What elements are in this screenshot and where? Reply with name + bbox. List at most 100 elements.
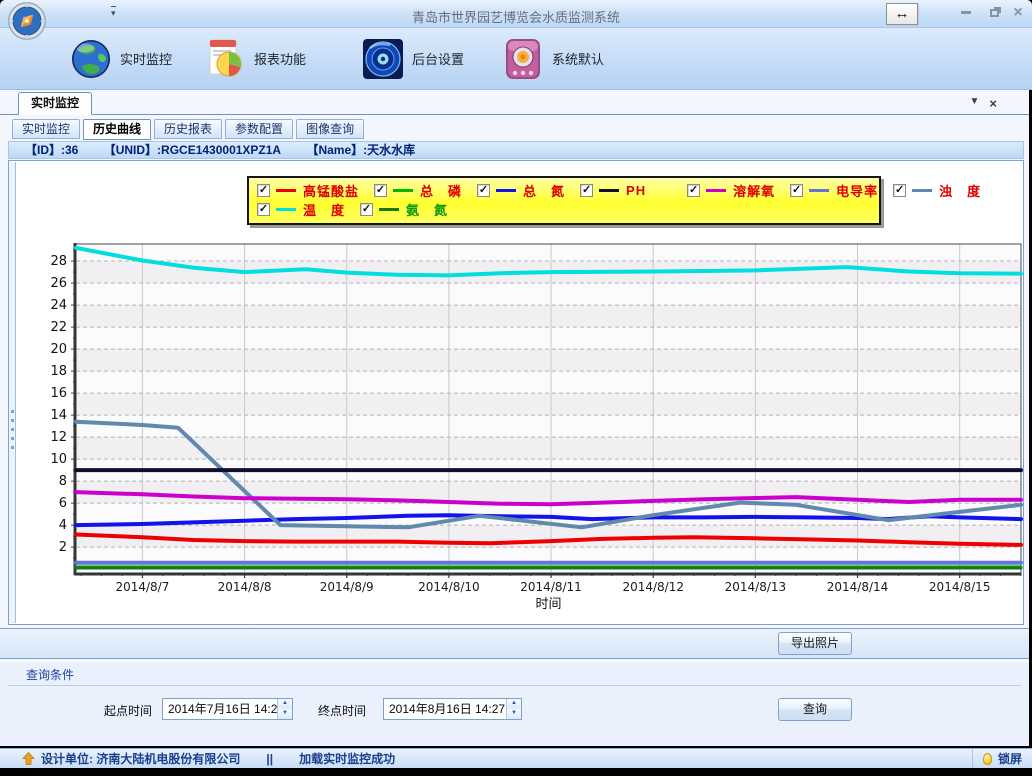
tab-parameter-config[interactable]: 参数配置	[225, 119, 293, 139]
tab-history-curve[interactable]: 历史曲线	[83, 119, 151, 140]
restore-button[interactable]	[984, 4, 1004, 22]
query-conditions-panel: 查询条件 起点时间 2014年7月16日 14:27: ▲▼ 终点时间 2014…	[0, 661, 1029, 746]
legend-label: 溶解氧	[733, 181, 775, 200]
svg-text:22: 22	[50, 320, 67, 335]
legend-checkbox[interactable]: ✓	[580, 184, 593, 197]
start-time-input[interactable]: 2014年7月16日 14:27: ▲▼	[162, 698, 293, 720]
toolbar-label-settings: 后台设置	[412, 49, 464, 68]
lock-screen-label: 锁屏	[998, 750, 1022, 767]
legend-checkbox[interactable]: ✓	[790, 184, 803, 197]
toolbar-label-reports: 报表功能	[254, 49, 306, 68]
legend-checkbox[interactable]: ✓	[360, 203, 373, 216]
lock-screen-button[interactable]: 锁屏	[972, 749, 1032, 768]
export-strip: 导出照片	[0, 628, 1029, 659]
svg-text:12: 12	[50, 430, 67, 445]
query-conditions-title: 查询条件	[26, 666, 74, 683]
legend-item: ✓ PH	[580, 183, 646, 198]
legend-label: PH	[626, 183, 646, 198]
legend-label: 总 磷	[420, 181, 462, 200]
toolbar-button-realtime[interactable]: 实时监控	[62, 33, 178, 85]
document-tab-realtime[interactable]: 实时监控	[18, 92, 92, 115]
svg-text:28: 28	[50, 254, 67, 269]
station-name: 【Name】:天水水库	[306, 143, 415, 157]
spin-down-icon[interactable]: ▼	[507, 709, 521, 719]
svg-text:6: 6	[59, 496, 67, 511]
query-button[interactable]: 查询	[778, 698, 852, 721]
svg-text:2014/8/10: 2014/8/10	[418, 580, 480, 594]
spin-up-icon[interactable]: ▲	[278, 699, 292, 709]
system-default-icon	[500, 36, 546, 82]
spin-up-icon[interactable]: ▲	[507, 699, 521, 709]
legend-checkbox[interactable]: ✓	[687, 184, 700, 197]
minimize-button[interactable]	[956, 4, 976, 22]
legend-checkbox[interactable]: ✓	[477, 184, 490, 197]
svg-text:24: 24	[50, 298, 67, 313]
document-tab-row: 实时监控 ▼ ×	[0, 92, 1029, 115]
bulb-icon	[983, 753, 992, 765]
legend-checkbox[interactable]: ✓	[257, 203, 270, 216]
legend-item: ✓ 溶解氧	[687, 181, 775, 200]
legend-row: ✓ 温 度 ✓氨 氮	[257, 200, 871, 219]
svg-text:20: 20	[50, 342, 67, 357]
sub-tab-bar: 实时监控 历史曲线 历史报表 参数配置 图像查询	[12, 119, 364, 140]
legend-item: ✓氨 氮	[360, 200, 448, 219]
start-time-value: 2014年7月16日 14:27:	[163, 699, 277, 719]
tab-list-dropdown-icon[interactable]: ▼	[970, 96, 980, 111]
svg-text:时间: 时间	[535, 597, 561, 612]
svg-text:14: 14	[50, 408, 67, 423]
tab-close-icon[interactable]: ×	[989, 96, 997, 111]
designer-icon	[22, 752, 35, 765]
close-button[interactable]: ×	[1008, 4, 1028, 22]
legend-label: 浊 度	[939, 181, 981, 200]
end-time-label: 终点时间	[318, 702, 366, 719]
legend-item: ✓ 浊 度	[893, 181, 981, 200]
legend-label: 高锰酸盐	[303, 181, 359, 200]
end-time-spinner[interactable]: ▲▼	[506, 699, 521, 719]
spin-down-icon[interactable]: ▼	[278, 709, 292, 719]
legend-item: ✓ 温 度	[257, 200, 345, 219]
svg-text:26: 26	[50, 276, 67, 291]
legend-item: ✓ 高锰酸盐	[257, 181, 359, 200]
toolbar-label-realtime: 实时监控	[120, 49, 172, 68]
legend-line-swatch	[276, 189, 296, 192]
tab-image-query[interactable]: 图像查询	[296, 119, 364, 139]
quick-access-caret-icon[interactable]: ▾	[111, 6, 116, 18]
legend-label: 温 度	[303, 200, 345, 219]
svg-text:2014/8/8: 2014/8/8	[218, 580, 272, 594]
legend-item: ✓总 氮	[477, 181, 565, 200]
svg-text:4: 4	[59, 518, 67, 533]
end-time-input[interactable]: 2014年8月16日 14:27:: ▲▼	[383, 698, 522, 720]
legend-line-swatch	[379, 208, 399, 211]
svg-text:16: 16	[50, 386, 67, 401]
legend-line-swatch	[599, 189, 619, 192]
export-photo-button[interactable]: 导出照片	[778, 632, 852, 655]
legend-checkbox[interactable]: ✓	[374, 184, 387, 197]
tab-history-report[interactable]: 历史报表	[154, 119, 222, 139]
designer-text: 设计单位: 济南大陆机电股份有限公司	[41, 750, 240, 767]
toolbar-button-settings[interactable]: 后台设置	[354, 33, 470, 85]
svg-text:2014/8/11: 2014/8/11	[520, 580, 582, 594]
tab-realtime-monitor[interactable]: 实时监控	[12, 119, 80, 139]
svg-text:18: 18	[50, 364, 67, 379]
legend-checkbox[interactable]: ✓	[257, 184, 270, 197]
line-chart: 2014/8/72014/8/82014/8/92014/8/102014/8/…	[9, 161, 1023, 624]
compass-app-icon[interactable]	[7, 1, 47, 41]
toolbar-button-reports[interactable]: 报表功能	[196, 33, 312, 85]
resize-button[interactable]: ↔	[886, 3, 918, 25]
title-bar: 青岛市世界园艺博览会水质监测系统 ▾ ↔ ×	[0, 0, 1032, 28]
main-toolbar: 实时监控 报表功能 后台设置	[0, 28, 1032, 90]
left-splitter-handle[interactable]	[9, 162, 16, 623]
legend-box: ✓高锰酸盐✓总 磷✓总 氮✓PH✓溶解氧✓电导率✓浊 度✓温 度✓氨 氮	[247, 176, 881, 225]
legend-line-swatch	[276, 208, 296, 211]
toolbar-button-system-default[interactable]: 系统默认	[494, 33, 610, 85]
legend-item: ✓电导率	[790, 181, 878, 200]
svg-text:8: 8	[59, 474, 67, 489]
legend-line-swatch	[496, 189, 516, 192]
legend-row: ✓高锰酸盐✓总 磷✓总 氮✓PH✓溶解氧✓电导率✓浊 度	[257, 181, 871, 200]
start-time-label: 起点时间	[104, 702, 152, 719]
svg-text:2: 2	[59, 540, 67, 555]
svg-text:2014/8/15: 2014/8/15	[929, 580, 991, 594]
window-title: 青岛市世界园艺博览会水质监测系统	[0, 7, 1032, 26]
legend-checkbox[interactable]: ✓	[893, 184, 906, 197]
start-time-spinner[interactable]: ▲▼	[277, 699, 292, 719]
